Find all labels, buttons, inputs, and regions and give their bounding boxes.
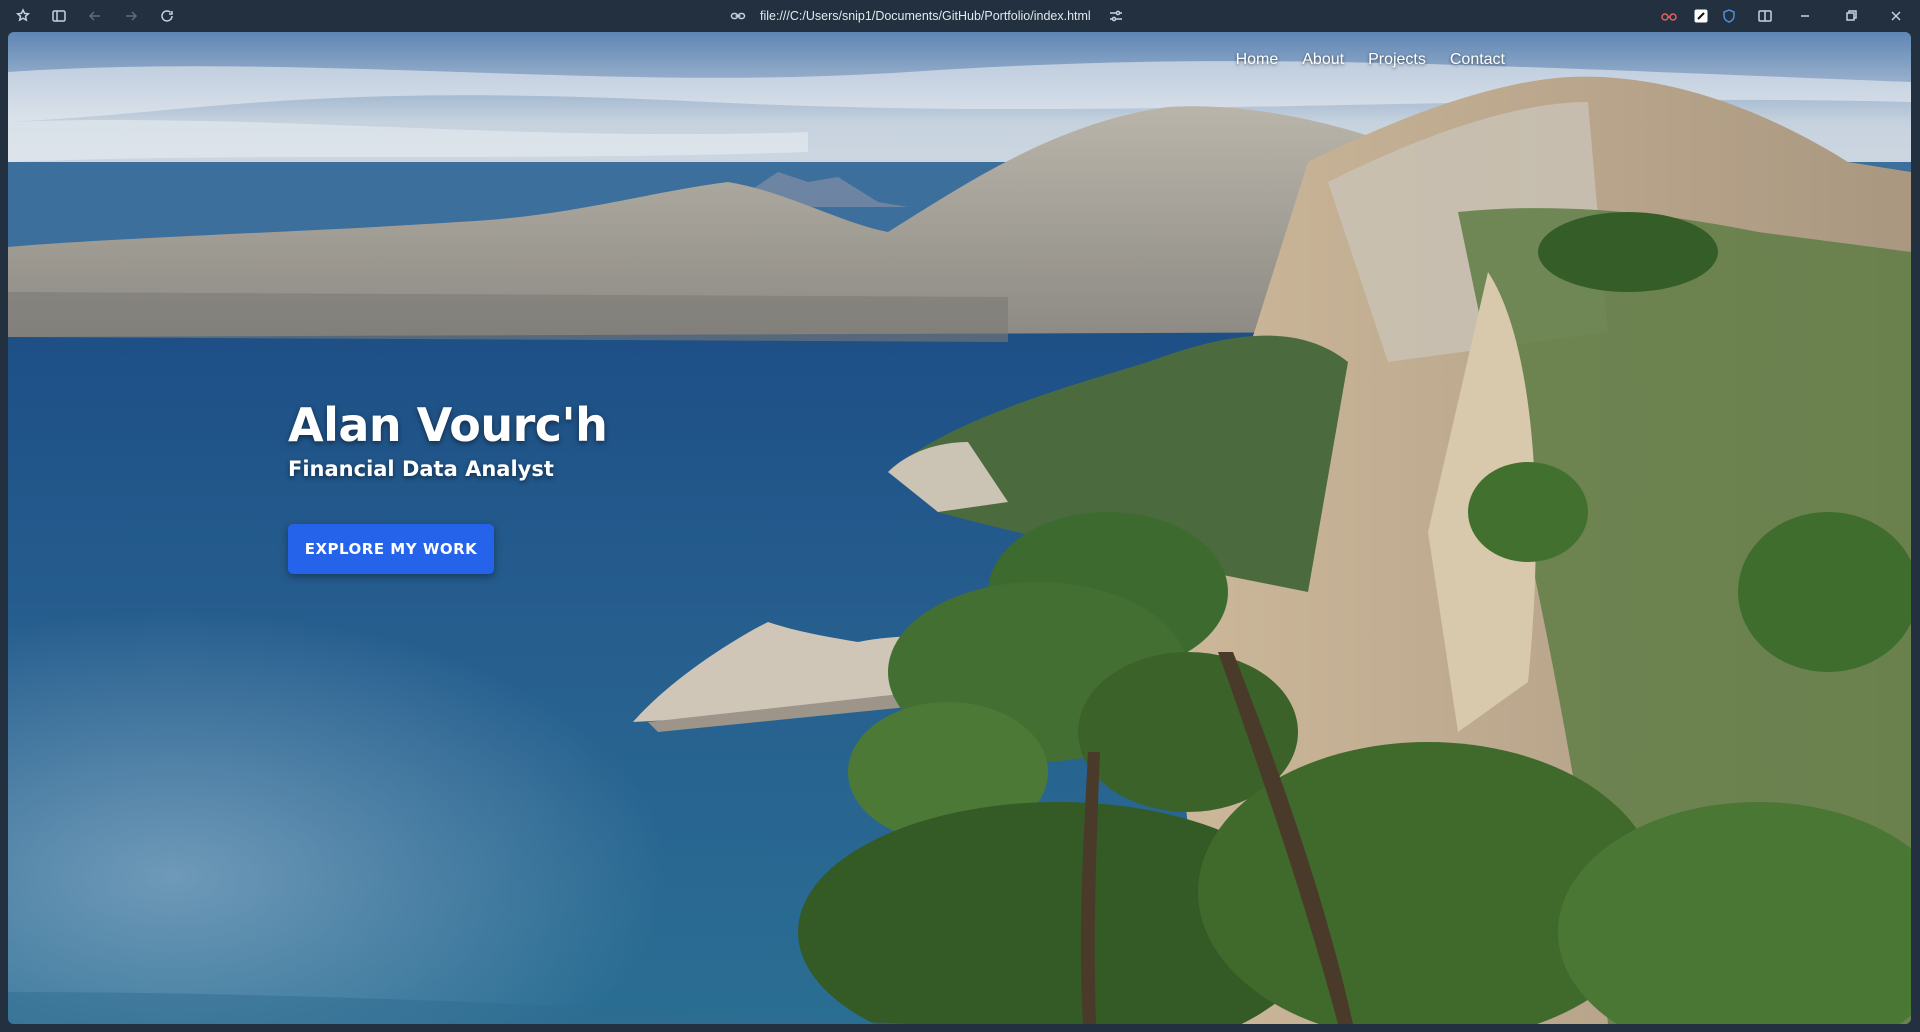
- extension-shield-icon[interactable]: [1719, 6, 1739, 26]
- refresh-icon[interactable]: [157, 6, 177, 26]
- hero-text: Alan Vourc'h Financial Data Analyst: [288, 398, 608, 481]
- nav-link-projects[interactable]: Projects: [1368, 51, 1426, 69]
- workspaces-icon[interactable]: [13, 6, 33, 26]
- link-icon: [728, 6, 748, 26]
- minimize-icon[interactable]: [1795, 6, 1815, 26]
- nav-link-home[interactable]: Home: [1236, 51, 1279, 69]
- main-navigation: Home About Projects Contact: [1236, 51, 1505, 69]
- hero-name: Alan Vourc'h: [288, 398, 608, 452]
- address-bar[interactable]: file:///C:/Users/snip1/Documents/GitHub/…: [728, 5, 1128, 27]
- close-icon[interactable]: [1886, 6, 1906, 26]
- extension-glasses-icon[interactable]: [1659, 6, 1679, 26]
- back-arrow-icon[interactable]: [85, 6, 105, 26]
- sidebar-toggle-icon[interactable]: [49, 6, 69, 26]
- page-viewport: Home About Projects Contact Alan Vourc'h…: [8, 32, 1911, 1024]
- hero-title: Financial Data Analyst: [288, 456, 554, 481]
- site-settings-icon[interactable]: [1106, 6, 1126, 26]
- browser-toolbar: file:///C:/Users/snip1/Documents/GitHub/…: [0, 0, 1920, 32]
- split-screen-icon[interactable]: [1755, 6, 1775, 26]
- restore-icon[interactable]: [1841, 6, 1861, 26]
- explore-work-button[interactable]: EXPLORE MY WORK: [288, 524, 494, 574]
- forward-arrow-icon[interactable]: [121, 6, 141, 26]
- nav-link-contact[interactable]: Contact: [1450, 51, 1505, 69]
- extension-pen-icon[interactable]: [1691, 6, 1711, 26]
- url-text[interactable]: file:///C:/Users/snip1/Documents/GitHub/…: [760, 9, 1091, 23]
- nav-link-about[interactable]: About: [1302, 51, 1344, 69]
